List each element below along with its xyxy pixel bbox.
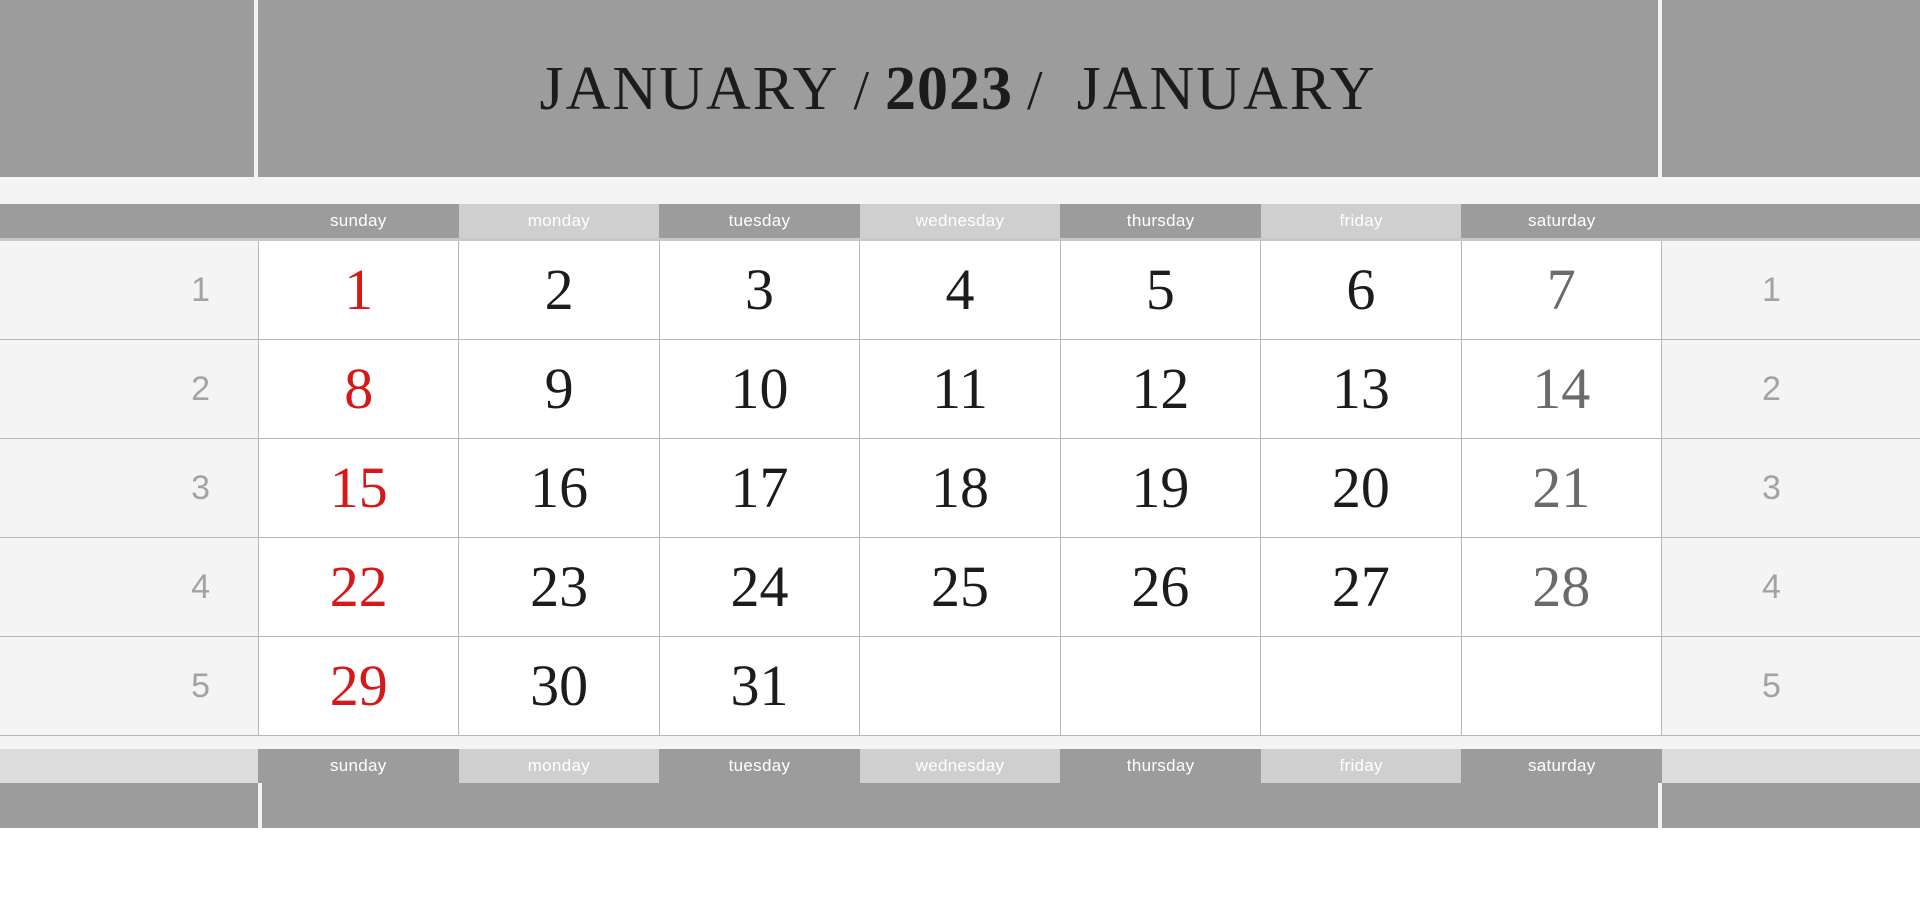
weekday-header-friday-top: friday bbox=[1260, 204, 1462, 238]
weekday-header-sunday-bottom: sunday bbox=[258, 749, 459, 783]
week-number-left: 5 bbox=[0, 637, 258, 736]
week-number-right: 2 bbox=[1662, 340, 1920, 439]
day-cell[interactable]: 1 bbox=[258, 241, 460, 340]
day-cell[interactable]: 9 bbox=[459, 340, 660, 439]
week-number-right: 3 bbox=[1662, 439, 1920, 538]
day-cell[interactable]: 27 bbox=[1261, 538, 1462, 637]
day-cell[interactable]: 15 bbox=[258, 439, 460, 538]
banner-left-spacer bbox=[0, 0, 258, 177]
footer-left-spacer bbox=[0, 783, 258, 828]
calendar-grid: 1 1 2 3 4 5 6 7 1 2 8 9 10 11 12 13 14 2… bbox=[0, 238, 1920, 736]
day-cell[interactable]: 16 bbox=[459, 439, 660, 538]
weekday-row-right-spacer-top bbox=[1662, 204, 1920, 238]
page-title: JANUARY / 2023 / JANUARY bbox=[540, 58, 1377, 120]
weekday-header-wednesday-bottom: wednesday bbox=[859, 749, 1061, 783]
day-cell[interactable]: 25 bbox=[860, 538, 1061, 637]
day-cell[interactable]: 26 bbox=[1060, 538, 1262, 637]
week-days: 1 2 3 4 5 6 7 bbox=[258, 241, 1662, 340]
day-cell[interactable]: 24 bbox=[659, 538, 861, 637]
banner-title-area: JANUARY / 2023 / JANUARY bbox=[258, 0, 1662, 177]
footer-divider-band bbox=[0, 736, 1920, 749]
weekday-header-wednesday-top: wednesday bbox=[859, 204, 1061, 238]
week-number-left: 1 bbox=[0, 241, 258, 340]
day-cell[interactable]: 20 bbox=[1261, 439, 1462, 538]
weekday-row-left-spacer-top bbox=[0, 204, 258, 238]
weekday-header-sunday-top: sunday bbox=[258, 204, 459, 238]
week-number-right: 4 bbox=[1662, 538, 1920, 637]
day-cell[interactable]: 10 bbox=[659, 340, 861, 439]
calendar-page: JANUARY / 2023 / JANUARY sunday monday t… bbox=[0, 0, 1920, 917]
header-divider-band bbox=[0, 177, 1920, 204]
weekday-cells-bottom: sunday monday tuesday wednesday thursday… bbox=[258, 749, 1663, 783]
weekday-header-saturday-top: saturday bbox=[1461, 204, 1663, 238]
week-days: 29 30 31 bbox=[258, 637, 1662, 736]
weekday-header-row-top: sunday monday tuesday wednesday thursday… bbox=[0, 204, 1920, 238]
day-cell[interactable]: 28 bbox=[1461, 538, 1662, 637]
weekday-row-left-spacer-bottom bbox=[0, 749, 258, 783]
calendar-header-banner: JANUARY / 2023 / JANUARY bbox=[0, 0, 1920, 177]
day-cell[interactable]: 31 bbox=[659, 637, 861, 736]
calendar-week-row: 5 29 30 31 5 bbox=[0, 637, 1920, 736]
day-cell[interactable]: 19 bbox=[1060, 439, 1262, 538]
weekday-header-tuesday-bottom: tuesday bbox=[659, 749, 860, 783]
week-number-right: 5 bbox=[1662, 637, 1920, 736]
footer-bar bbox=[0, 783, 1920, 828]
day-cell[interactable]: 3 bbox=[659, 241, 861, 340]
day-cell[interactable]: 30 bbox=[459, 637, 660, 736]
day-cell[interactable]: 23 bbox=[459, 538, 660, 637]
title-year: 2023 bbox=[885, 54, 1013, 123]
day-cell-empty bbox=[1261, 637, 1462, 736]
calendar-week-row: 2 8 9 10 11 12 13 14 2 bbox=[0, 340, 1920, 439]
week-number-left: 2 bbox=[0, 340, 258, 439]
day-cell[interactable]: 14 bbox=[1461, 340, 1662, 439]
week-number-left: 4 bbox=[0, 538, 258, 637]
day-cell[interactable]: 4 bbox=[860, 241, 1061, 340]
title-month-left: JANUARY bbox=[539, 54, 840, 123]
weekday-header-friday-bottom: friday bbox=[1260, 749, 1462, 783]
day-cell[interactable]: 17 bbox=[659, 439, 861, 538]
week-number-right: 1 bbox=[1662, 241, 1920, 340]
day-cell[interactable]: 5 bbox=[1060, 241, 1262, 340]
weekday-cells-top: sunday monday tuesday wednesday thursday… bbox=[258, 204, 1663, 238]
day-cell[interactable]: 2 bbox=[459, 241, 660, 340]
day-cell[interactable]: 21 bbox=[1461, 439, 1662, 538]
weekday-header-monday-top: monday bbox=[458, 204, 660, 238]
footer-center-bar bbox=[258, 783, 1662, 828]
calendar-week-row: 1 1 2 3 4 5 6 7 1 bbox=[0, 241, 1920, 340]
week-days: 15 16 17 18 19 20 21 bbox=[258, 439, 1662, 538]
day-cell[interactable]: 7 bbox=[1461, 241, 1662, 340]
week-days: 8 9 10 11 12 13 14 bbox=[258, 340, 1662, 439]
weekday-header-monday-bottom: monday bbox=[458, 749, 660, 783]
day-cell[interactable]: 18 bbox=[860, 439, 1061, 538]
day-cell[interactable]: 8 bbox=[258, 340, 460, 439]
day-cell-empty bbox=[1461, 637, 1662, 736]
weekday-header-saturday-bottom: saturday bbox=[1461, 749, 1663, 783]
weekday-header-thursday-bottom: thursday bbox=[1060, 749, 1261, 783]
day-cell[interactable]: 12 bbox=[1060, 340, 1262, 439]
day-cell[interactable]: 11 bbox=[860, 340, 1061, 439]
day-cell[interactable]: 6 bbox=[1261, 241, 1462, 340]
title-separator-left: / bbox=[853, 59, 871, 122]
title-separator-right: / bbox=[1027, 59, 1045, 122]
weekday-header-thursday-top: thursday bbox=[1060, 204, 1261, 238]
title-month-right: JANUARY bbox=[1076, 54, 1377, 123]
week-days: 22 23 24 25 26 27 28 bbox=[258, 538, 1662, 637]
calendar-week-row: 4 22 23 24 25 26 27 28 4 bbox=[0, 538, 1920, 637]
day-cell-empty bbox=[1060, 637, 1262, 736]
day-cell[interactable]: 22 bbox=[258, 538, 460, 637]
weekday-header-row-bottom: sunday monday tuesday wednesday thursday… bbox=[0, 749, 1920, 783]
day-cell[interactable]: 13 bbox=[1261, 340, 1462, 439]
day-cell-empty bbox=[860, 637, 1061, 736]
footer-right-spacer bbox=[1662, 783, 1920, 828]
weekday-row-right-spacer-bottom bbox=[1662, 749, 1920, 783]
calendar-week-row: 3 15 16 17 18 19 20 21 3 bbox=[0, 439, 1920, 538]
weekday-header-tuesday-top: tuesday bbox=[659, 204, 860, 238]
banner-right-spacer bbox=[1662, 0, 1920, 177]
week-number-left: 3 bbox=[0, 439, 258, 538]
day-cell[interactable]: 29 bbox=[258, 637, 460, 736]
